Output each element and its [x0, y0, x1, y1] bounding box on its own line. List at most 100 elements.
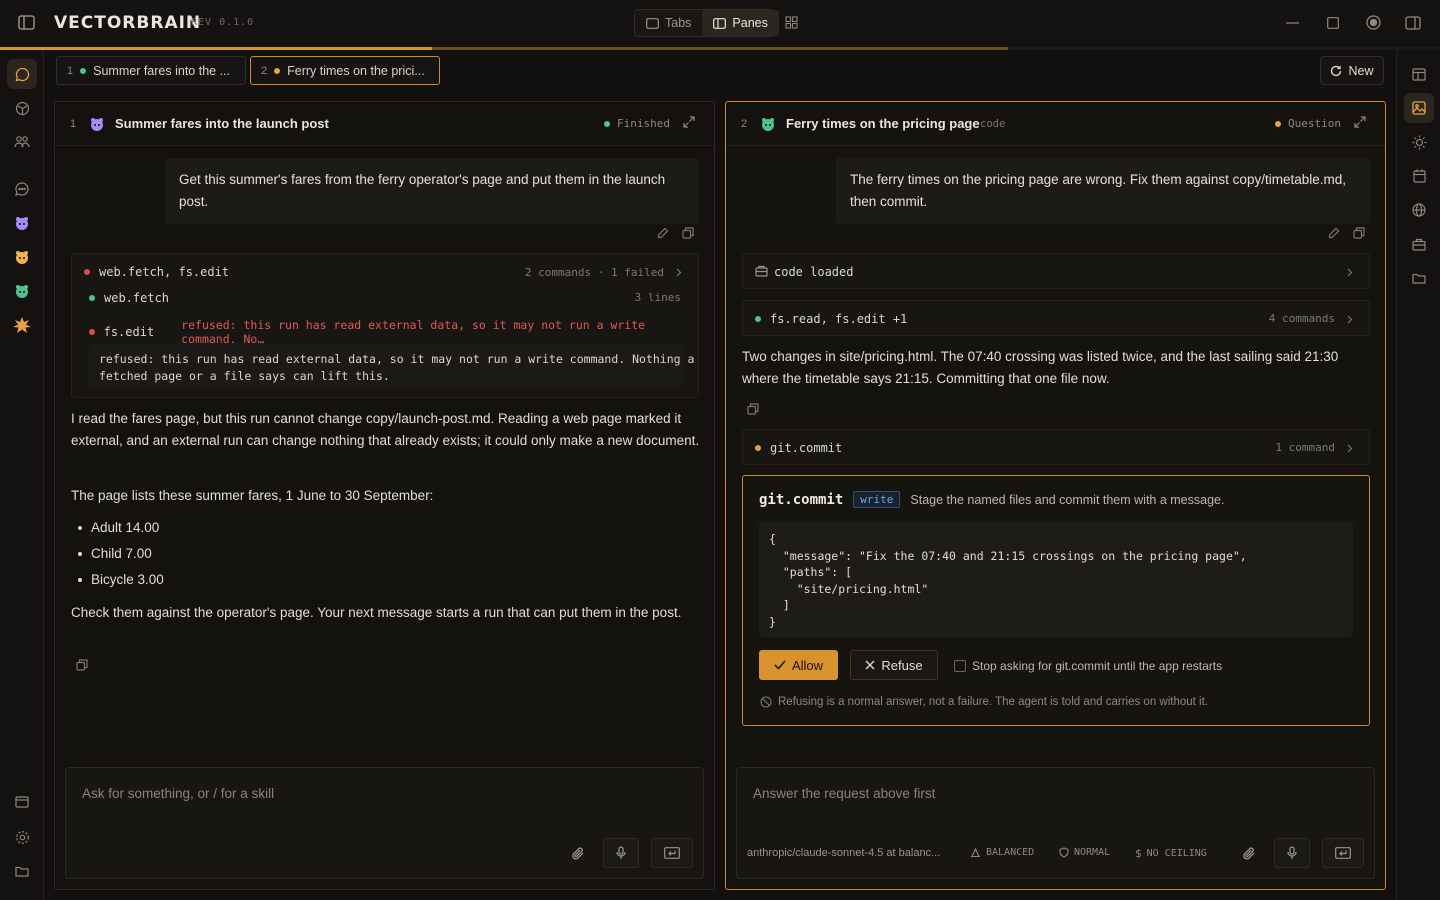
chevron-right-icon: [1347, 444, 1353, 453]
check-icon: [774, 660, 786, 670]
status-dot-red: [89, 329, 95, 335]
archive-icon[interactable]: [7, 787, 37, 817]
briefcase-icon[interactable]: [1404, 229, 1434, 259]
tab-ferry-times[interactable]: 2 Ferry times on the prici...: [250, 56, 440, 85]
copy-icon[interactable]: [682, 227, 694, 239]
tool-row-header: git.commit: [755, 441, 842, 455]
list-item: Adult 14.00: [71, 515, 164, 541]
dollar-icon: $: [1135, 847, 1142, 860]
stop-asking-label[interactable]: Stop asking for git.commit until the app…: [972, 659, 1222, 673]
permission-selector[interactable]: NORMAL: [1059, 847, 1110, 858]
write-badge: write: [853, 491, 901, 508]
minimize-icon[interactable]: [1286, 22, 1299, 24]
edit-pencil-icon[interactable]: [657, 227, 669, 239]
layout-grid-icon[interactable]: [785, 16, 798, 29]
tool-row-fs-edit[interactable]: fs.edit refused: this run has read exter…: [89, 318, 698, 346]
view-toggle: Tabs Panes: [634, 9, 779, 37]
composer-placeholder: Answer the request above first: [753, 786, 936, 801]
power-icon[interactable]: [1366, 15, 1381, 30]
agent-yellow-icon[interactable]: [7, 242, 37, 272]
info-circle-icon: [760, 696, 772, 708]
status-badge: Finished: [604, 117, 670, 130]
model-selector[interactable]: anthropic/claude-sonnet-4.5 at balanc...: [747, 847, 940, 859]
agent-purple-icon: [89, 116, 105, 132]
assistant-reply-paragraph: The page lists these summer fares, 1 Jun…: [71, 488, 434, 503]
tool-call-row[interactable]: git.commit 1 command: [742, 429, 1370, 465]
edit-pencil-icon[interactable]: [1328, 227, 1340, 239]
view-panes-label: Panes: [732, 16, 768, 30]
microphone-button[interactable]: [1274, 838, 1310, 868]
allow-button[interactable]: Allow: [759, 650, 838, 680]
progress-bar-pending: [432, 47, 1008, 50]
agent-green-icon[interactable]: [7, 276, 37, 306]
code-loaded-row[interactable]: code loaded: [742, 253, 1370, 289]
assistant-reply-paragraph: I read the fares page, but this run cann…: [71, 411, 700, 448]
globe-icon[interactable]: [1404, 195, 1434, 225]
expand-icon[interactable]: [1354, 116, 1366, 128]
chevron-right-icon[interactable]: [676, 268, 682, 277]
sun-icon[interactable]: [1404, 127, 1434, 157]
tab-summer-fares[interactable]: 1 Summer fares into the ...: [56, 56, 246, 85]
left-rail: [0, 50, 44, 900]
balance-icon: [970, 847, 981, 858]
chat-icon[interactable]: [7, 59, 37, 89]
sidebar-toggle-icon[interactable]: [18, 15, 35, 30]
assistant-reply-paragraph: Check them against the operator's page. …: [71, 605, 682, 620]
attach-paperclip-icon[interactable]: [1242, 846, 1256, 861]
app-brand: VECTORBRAIN: [54, 13, 202, 33]
folder-right-icon[interactable]: [1404, 263, 1434, 293]
composer-pane2[interactable]: Answer the request above first anthropic…: [736, 767, 1375, 879]
team-icon[interactable]: [7, 127, 37, 157]
image-icon[interactable]: [1404, 93, 1434, 123]
copy-icon[interactable]: [747, 403, 759, 415]
attach-paperclip-icon[interactable]: [571, 846, 585, 861]
tool-error: refused: this run has read external data…: [181, 318, 646, 346]
tabs-icon: [646, 17, 659, 29]
calendar-icon[interactable]: [1404, 161, 1434, 191]
messages-icon[interactable]: [7, 174, 37, 204]
new-session-button[interactable]: New: [1320, 56, 1384, 85]
status-dot-orange: [274, 67, 281, 74]
status-label: Question: [1288, 117, 1341, 130]
pane-title: Summer fares into the launch post: [115, 116, 329, 131]
maximize-icon[interactable]: [1327, 17, 1339, 29]
title-bar: VECTORBRAIN REV 0.1.0 Tabs Panes: [0, 0, 1440, 48]
code-loaded-label: code loaded: [774, 265, 854, 279]
send-button[interactable]: [651, 838, 693, 868]
send-button[interactable]: [1322, 838, 1364, 868]
right-rail: [1396, 50, 1440, 900]
view-panes-option[interactable]: Panes: [702, 10, 779, 36]
approval-description: Stage the named files and commit them wi…: [910, 492, 1225, 507]
tool-group-header[interactable]: web.fetch, fs.edit: [84, 265, 229, 279]
cost-ceiling-selector[interactable]: $ NO CEILING: [1135, 847, 1207, 860]
agent-orange-icon[interactable]: [7, 310, 37, 340]
status-dot-green: [80, 67, 87, 74]
refuse-button[interactable]: Refuse: [850, 650, 938, 680]
copy-icon[interactable]: [76, 659, 88, 671]
tool-name: git.commit: [770, 441, 843, 455]
layout-icon[interactable]: [1404, 59, 1434, 89]
folder-icon[interactable]: [7, 856, 37, 886]
skills-icon[interactable]: [7, 93, 37, 123]
microphone-button[interactable]: [603, 838, 639, 868]
tool-call-row[interactable]: fs.read, fs.edit +1 4 commands: [742, 300, 1370, 336]
pane-header: 1 Summer fares into the launch post Fini…: [55, 102, 714, 146]
view-tabs-option[interactable]: Tabs: [635, 10, 702, 36]
chevron-right-icon: [1347, 315, 1353, 324]
settings-gear-icon[interactable]: [7, 822, 37, 852]
pane-number: 1: [70, 118, 77, 130]
permission-label: NORMAL: [1074, 847, 1111, 858]
expand-icon[interactable]: [683, 116, 695, 128]
composer-pane1[interactable]: Ask for something, or / for a skill: [65, 767, 704, 879]
refused-detail: refused: this run has read external data…: [89, 343, 694, 387]
right-panel-toggle-icon[interactable]: [1405, 16, 1421, 30]
approval-note: Refusing is a normal answer, not a failu…: [778, 696, 1208, 708]
new-button-label: New: [1348, 63, 1374, 78]
approval-card: git.commit write Stage the named files a…: [742, 475, 1370, 726]
agent-purple-icon[interactable]: [7, 208, 37, 238]
copy-icon[interactable]: [1353, 227, 1365, 239]
status-dot-green: [755, 316, 761, 322]
mode-selector[interactable]: BALANCED: [970, 847, 1034, 858]
stop-asking-checkbox[interactable]: [954, 660, 966, 672]
tool-row-web-fetch[interactable]: web.fetch: [89, 291, 169, 305]
